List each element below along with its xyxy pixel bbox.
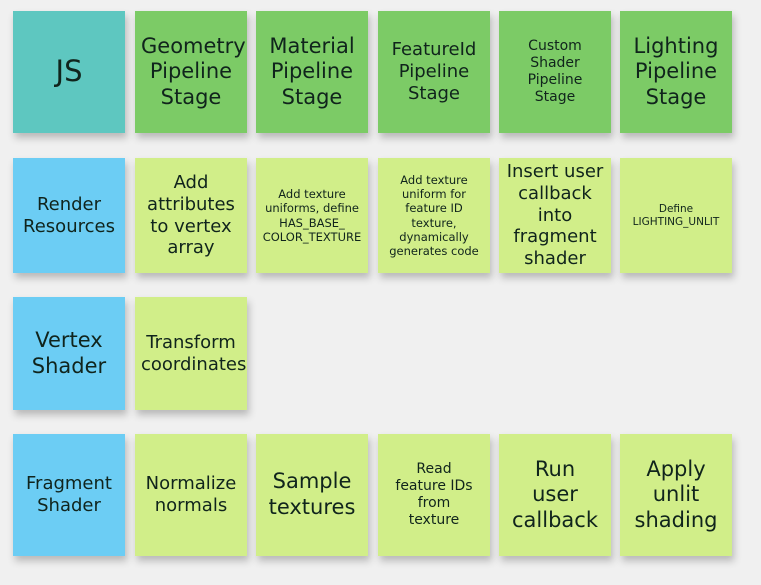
note-custom-shader-pipeline-stage[interactable]: Custom Shader Pipeline Stage (499, 11, 611, 133)
note-fragment-shader-label: Fragment Shader (26, 473, 112, 516)
note-geometry-pipeline-stage[interactable]: Geometry Pipeline Stage (135, 11, 247, 133)
note-add-texture-uniforms-label: Add texture uniforms, define HAS_BASE_ C… (262, 187, 362, 244)
note-insert-user-callback-fragment-shader[interactable]: Insert user callback into fragment shade… (499, 158, 611, 273)
note-lighting-pipeline-stage-label: Lighting Pipeline Stage (633, 33, 719, 109)
note-define-lighting-unlit-label: Define LIGHTING_UNLIT (632, 202, 720, 228)
note-read-feature-ids-from-texture[interactable]: Read feature IDs from texture (378, 434, 490, 556)
note-add-attributes-to-vertex-array-label: Add attributes to vertex array (147, 171, 235, 259)
note-transform-coordinates[interactable]: Transform coordinates (135, 297, 247, 410)
sticky-note-board: JS Geometry Pipeline Stage Material Pipeli… (0, 0, 761, 585)
note-normalize-normals[interactable]: Normalize normals (135, 434, 247, 556)
note-apply-unlit-shading[interactable]: Apply unlit shading (620, 434, 732, 556)
note-insert-user-callback-fragment-shader-label: Insert user callback into fragment shade… (506, 160, 604, 270)
note-render-resources-label: Render Resources (23, 193, 115, 237)
note-sample-textures-label: Sample textures (268, 469, 356, 519)
note-fragment-shader[interactable]: Fragment Shader (13, 434, 125, 556)
note-custom-shader-pipeline-stage-label: Custom Shader Pipeline Stage (527, 37, 583, 106)
note-add-texture-uniforms[interactable]: Add texture uniforms, define HAS_BASE_ C… (256, 158, 368, 273)
note-material-pipeline-stage[interactable]: Material Pipeline Stage (256, 11, 368, 133)
note-js[interactable]: JS (13, 11, 125, 133)
note-run-user-callback-label: Run user callback (512, 456, 598, 532)
note-featureid-pipeline-stage-label: FeatureId Pipeline Stage (391, 39, 477, 104)
note-add-texture-uniform-feature-id[interactable]: Add texture uniform for feature ID textu… (378, 158, 490, 273)
note-geometry-pipeline-stage-label: Geometry Pipeline Stage (141, 33, 246, 109)
note-transform-coordinates-label: Transform coordinates (141, 331, 247, 375)
note-add-attributes-to-vertex-array[interactable]: Add attributes to vertex array (135, 158, 247, 273)
note-js-label: JS (55, 54, 83, 89)
note-material-pipeline-stage-label: Material Pipeline Stage (269, 33, 355, 109)
note-apply-unlit-shading-label: Apply unlit shading (634, 456, 718, 532)
note-featureid-pipeline-stage[interactable]: FeatureId Pipeline Stage (378, 11, 490, 133)
note-run-user-callback[interactable]: Run user callback (499, 434, 611, 556)
note-render-resources[interactable]: Render Resources (13, 158, 125, 273)
note-vertex-shader[interactable]: Vertex Shader (13, 297, 125, 410)
note-normalize-normals-label: Normalize normals (145, 473, 237, 516)
note-define-lighting-unlit[interactable]: Define LIGHTING_UNLIT (620, 158, 732, 273)
note-lighting-pipeline-stage[interactable]: Lighting Pipeline Stage (620, 11, 732, 133)
note-vertex-shader-label: Vertex Shader (31, 327, 107, 378)
note-sample-textures[interactable]: Sample textures (256, 434, 368, 556)
note-add-texture-uniform-feature-id-label: Add texture uniform for feature ID textu… (389, 173, 479, 258)
note-read-feature-ids-from-texture-label: Read feature IDs from texture (395, 460, 473, 529)
